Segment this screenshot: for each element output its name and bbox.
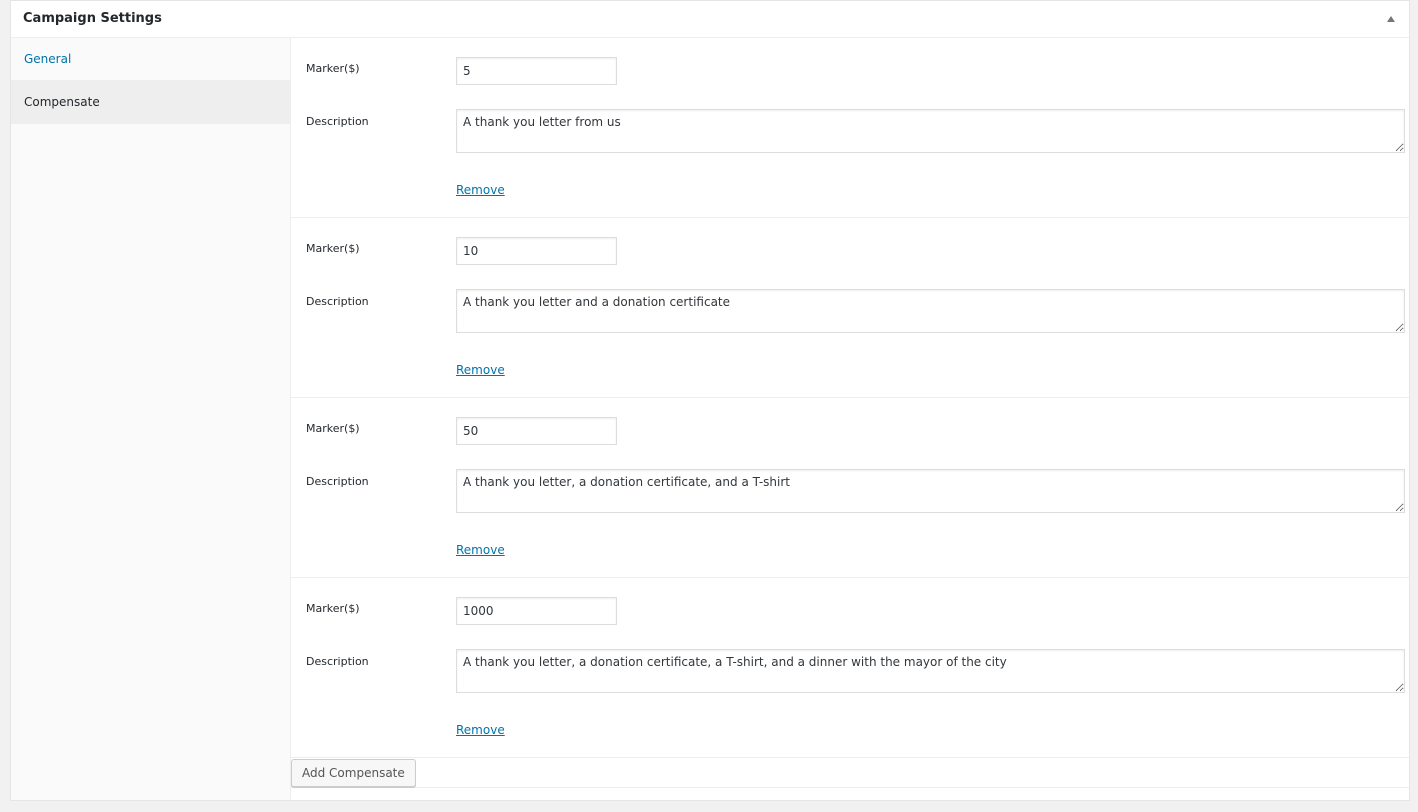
compensate-item: Marker($) Description A thank you letter… <box>291 218 1409 398</box>
tab-general[interactable]: General <box>11 38 290 81</box>
tab-compensate[interactable]: Compensate <box>11 81 290 124</box>
remove-link[interactable]: Remove <box>456 723 505 737</box>
compensate-item: Marker($) Description A thank you letter… <box>291 398 1409 578</box>
description-label: Description <box>306 115 369 128</box>
marker-input[interactable] <box>456 417 617 445</box>
settings-tabs: General Compensate <box>11 38 291 800</box>
description-label: Description <box>306 655 369 668</box>
description-textarea[interactable]: A thank you letter, a donation certifica… <box>456 469 1405 513</box>
collapse-toggle-icon[interactable] <box>1387 16 1395 22</box>
marker-input[interactable] <box>456 57 617 85</box>
description-label: Description <box>306 295 369 308</box>
compensate-item: Marker($) Description A thank you letter… <box>291 38 1409 218</box>
marker-label: Marker($) <box>306 602 360 615</box>
marker-label: Marker($) <box>306 422 360 435</box>
marker-input[interactable] <box>456 237 617 265</box>
marker-label: Marker($) <box>306 242 360 255</box>
remove-link[interactable]: Remove <box>456 363 505 377</box>
panel-header[interactable]: Campaign Settings <box>11 1 1409 38</box>
panel-title: Campaign Settings <box>23 11 162 26</box>
description-textarea[interactable]: A thank you letter, a donation certifica… <box>456 649 1405 693</box>
add-compensate-row: Add Compensate <box>291 758 1409 788</box>
campaign-settings-panel: Campaign Settings General Compensate Mar… <box>10 0 1410 801</box>
description-textarea[interactable]: A thank you letter and a donation certif… <box>456 289 1405 333</box>
compensate-item: Marker($) Description A thank you letter… <box>291 578 1409 758</box>
description-textarea[interactable]: A thank you letter from us <box>456 109 1405 153</box>
add-compensate-button[interactable]: Add Compensate <box>291 759 416 787</box>
description-label: Description <box>306 475 369 488</box>
remove-link[interactable]: Remove <box>456 543 505 557</box>
marker-input[interactable] <box>456 597 617 625</box>
compensate-content: Marker($) Description A thank you letter… <box>291 38 1409 800</box>
remove-link[interactable]: Remove <box>456 183 505 197</box>
marker-label: Marker($) <box>306 62 360 75</box>
